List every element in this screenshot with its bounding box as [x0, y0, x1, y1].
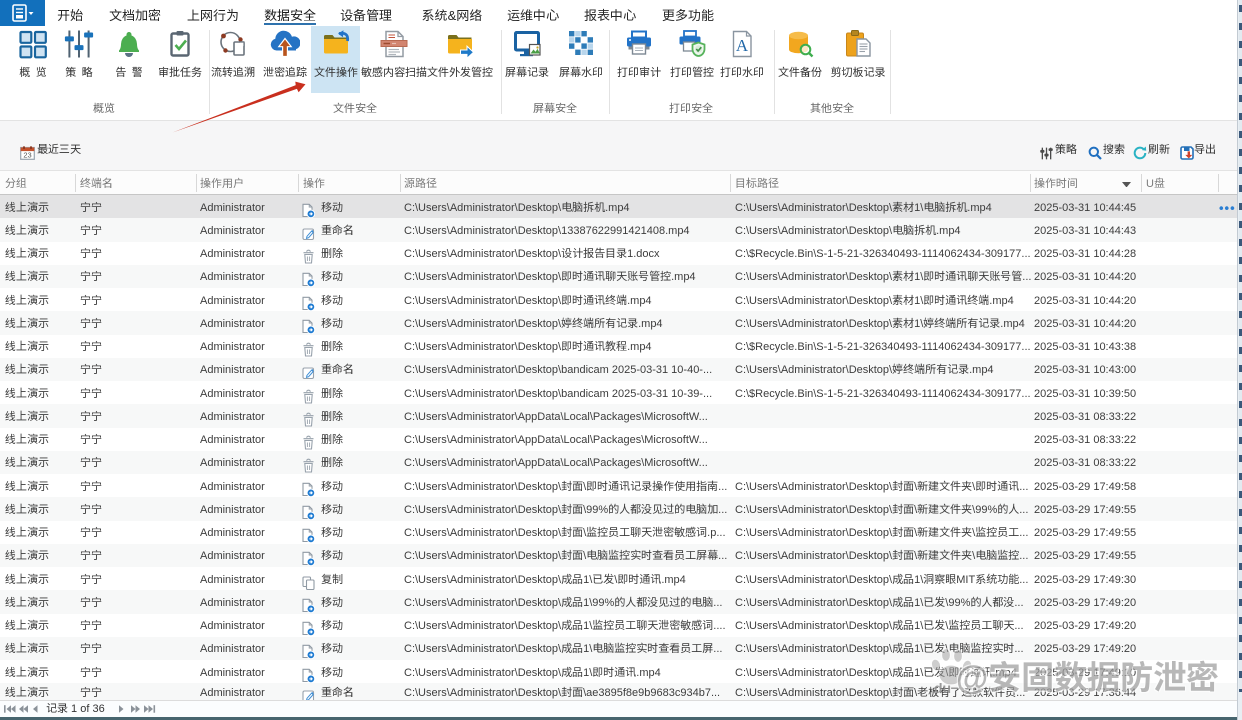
svg-text:A: A — [736, 36, 749, 55]
svg-text:23: 23 — [23, 151, 31, 160]
